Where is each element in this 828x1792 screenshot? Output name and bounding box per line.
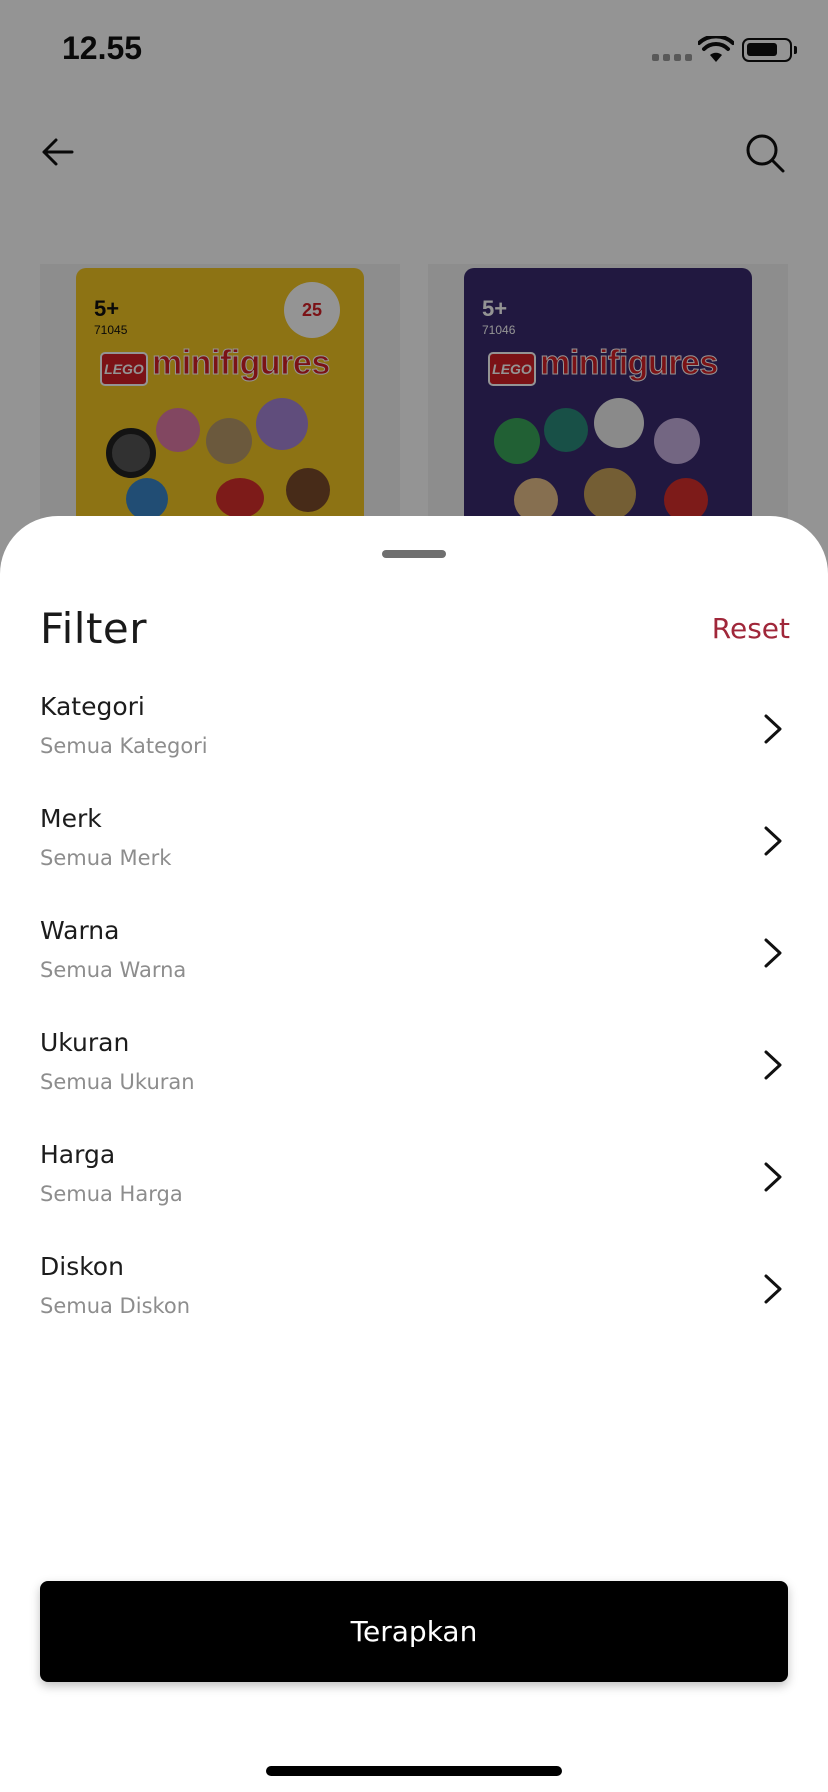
filter-value: Semua Harga — [40, 1182, 183, 1206]
filter-value: Semua Warna — [40, 958, 187, 982]
chevron-right-icon — [764, 1050, 782, 1080]
filter-value: Semua Ukuran — [40, 1070, 195, 1094]
filter-row-merk[interactable]: Merk Semua Merk — [0, 804, 828, 916]
chevron-right-icon — [764, 1274, 782, 1304]
filter-value: Semua Diskon — [40, 1294, 191, 1318]
filter-row-ukuran[interactable]: Ukuran Semua Ukuran — [0, 1028, 828, 1140]
filter-label: Harga — [40, 1140, 116, 1169]
filter-value: Semua Merk — [40, 846, 172, 870]
filter-label: Kategori — [40, 692, 145, 721]
apply-button-label: Terapkan — [350, 1615, 478, 1648]
filter-label: Warna — [40, 916, 120, 945]
sheet-title: Filter — [40, 604, 148, 653]
filter-list: Kategori Semua Kategori Merk Semua Merk … — [0, 692, 828, 1364]
filter-label: Diskon — [40, 1252, 124, 1281]
filter-label: Merk — [40, 804, 102, 833]
sheet-grabber[interactable] — [382, 550, 446, 558]
filter-row-warna[interactable]: Warna Semua Warna — [0, 916, 828, 1028]
home-indicator — [266, 1766, 562, 1776]
reset-button[interactable]: Reset — [712, 612, 790, 645]
apply-button[interactable]: Terapkan — [40, 1581, 788, 1682]
filter-value: Semua Kategori — [40, 734, 208, 758]
chevron-right-icon — [764, 714, 782, 744]
filter-label: Ukuran — [40, 1028, 130, 1057]
filter-row-diskon[interactable]: Diskon Semua Diskon — [0, 1252, 828, 1364]
filter-row-kategori[interactable]: Kategori Semua Kategori — [0, 692, 828, 804]
chevron-right-icon — [764, 938, 782, 968]
chevron-right-icon — [764, 1162, 782, 1192]
filter-row-harga[interactable]: Harga Semua Harga — [0, 1140, 828, 1252]
chevron-right-icon — [764, 826, 782, 856]
filter-bottom-sheet: Filter Reset Kategori Semua Kategori Mer… — [0, 516, 828, 1792]
